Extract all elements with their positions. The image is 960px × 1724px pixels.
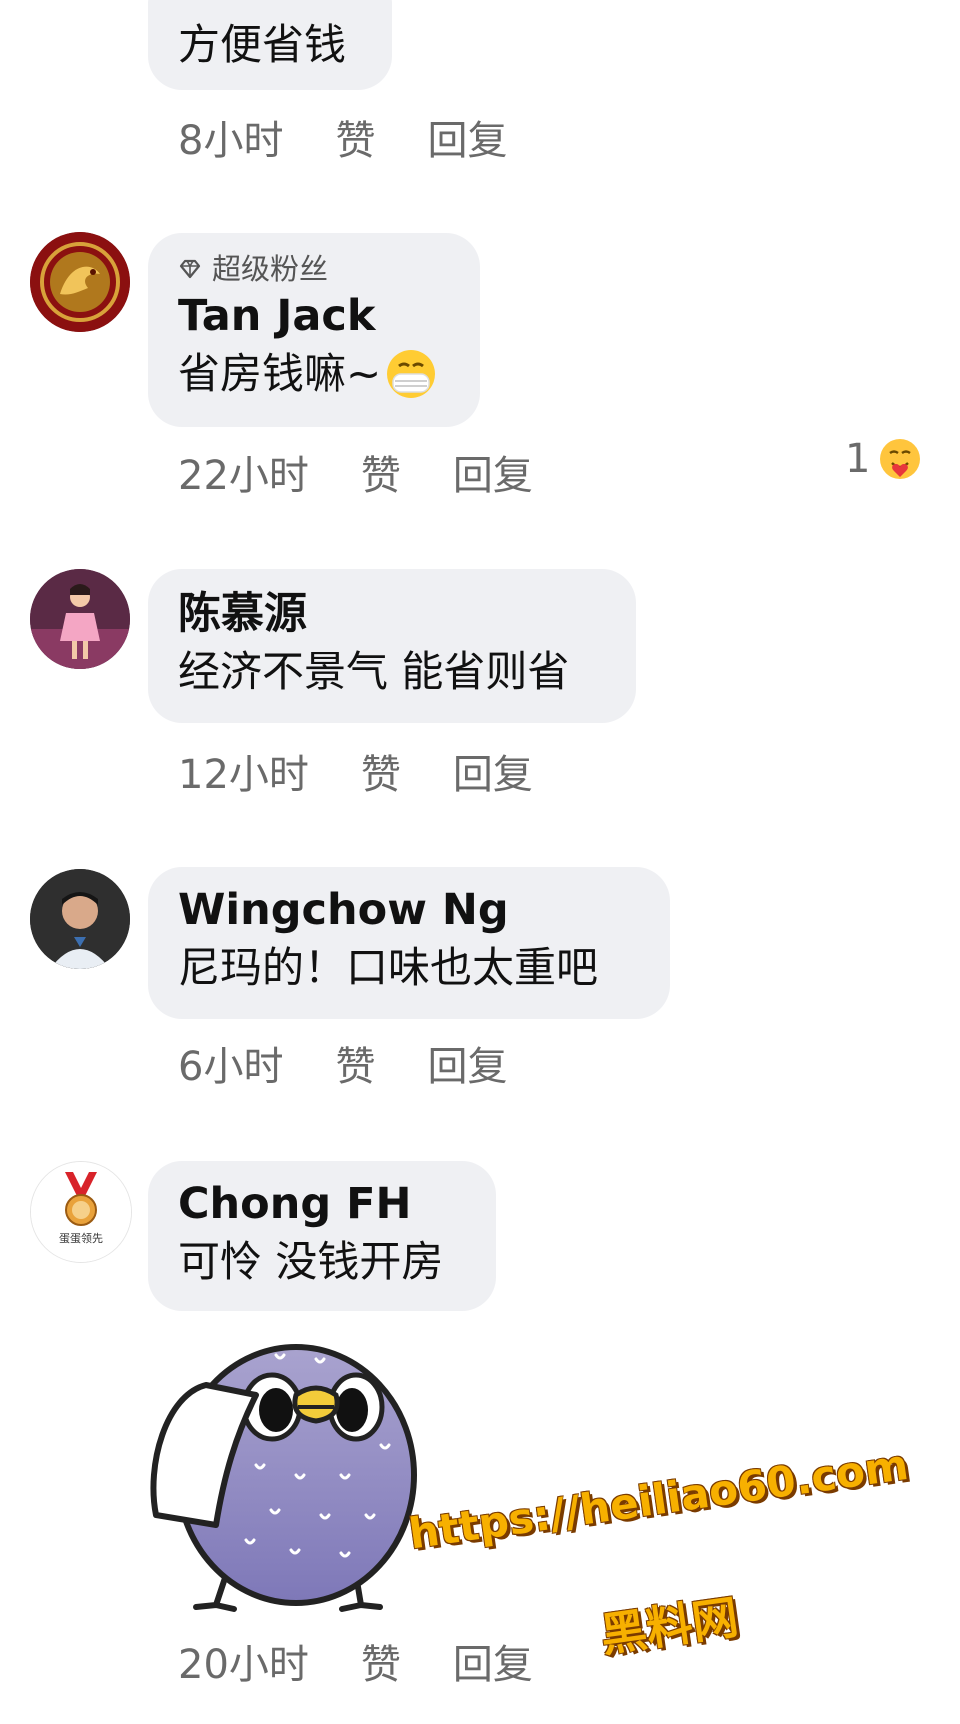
- commenter-name[interactable]: Chong FH: [178, 1177, 466, 1231]
- comment-text: 方便省钱: [178, 20, 347, 69]
- watermark-site-name: 黑料网: [597, 1589, 742, 1663]
- like-button[interactable]: 赞: [335, 108, 375, 166]
- reply-button[interactable]: 回复: [427, 1034, 507, 1092]
- like-button[interactable]: 赞: [361, 1632, 401, 1690]
- crying-bird-sticker-icon[interactable]: [146, 1325, 446, 1615]
- comment-text: 省房钱嘛~: [178, 349, 382, 398]
- commenter-name[interactable]: 陈慕源: [178, 587, 606, 641]
- reaction-count: 1: [845, 436, 871, 482]
- comment-bubble[interactable]: 陈慕源 经济不景气 能省则省: [148, 569, 636, 723]
- comment-time: 8小时: [178, 118, 284, 164]
- avatar-caption: 蛋蛋领先: [59, 1232, 103, 1245]
- like-button[interactable]: 赞: [361, 443, 401, 501]
- comment-bubble[interactable]: 超级粉丝 Tan Jack 省房钱嘛~: [148, 233, 480, 427]
- comment-bubble[interactable]: 方便省钱: [148, 0, 392, 90]
- commenter-name[interactable]: Tan Jack: [178, 289, 450, 343]
- comment-time: 22小时: [178, 453, 309, 499]
- dragon-avatar-icon: [30, 232, 130, 332]
- avatar[interactable]: 蛋蛋领先: [30, 1161, 132, 1263]
- avatar[interactable]: [30, 232, 130, 332]
- comment-meta: 20小时 赞 回复: [178, 1632, 533, 1690]
- reply-button[interactable]: 回复: [453, 1632, 533, 1690]
- avatar[interactable]: [30, 869, 130, 969]
- avatar[interactable]: [30, 569, 130, 669]
- reaction-summary[interactable]: 1: [845, 436, 922, 482]
- comment-meta: 12小时 赞 回复: [178, 742, 533, 800]
- reply-button[interactable]: 回复: [427, 108, 507, 166]
- reply-button[interactable]: 回复: [453, 742, 533, 800]
- comment-text: 尼玛的！口味也太重吧: [178, 943, 599, 992]
- comment-text: 经济不景气 能省则省: [178, 647, 570, 696]
- comment-time: 6小时: [178, 1044, 284, 1090]
- comment-row: 省房钱嘛~: [178, 343, 450, 405]
- comment-bubble[interactable]: Chong FH 可怜 没钱开房: [148, 1161, 496, 1311]
- mask-face-emoji-icon: [387, 350, 436, 398]
- like-button[interactable]: 赞: [335, 1034, 375, 1092]
- comment-meta: 6小时 赞 回复: [178, 1034, 507, 1092]
- child-photo-avatar-icon: [30, 569, 130, 669]
- diamond-icon: [179, 259, 201, 279]
- super-fan-badge: 超级粉丝: [178, 249, 450, 289]
- comment-time: 20小时: [178, 1642, 309, 1688]
- watermark-url: https://heiliao60.com: [406, 1439, 912, 1559]
- commenter-name[interactable]: Wingchow Ng: [178, 883, 640, 937]
- medal-avatar-icon: [31, 1162, 131, 1262]
- like-button[interactable]: 赞: [361, 742, 401, 800]
- comment-time: 12小时: [178, 752, 309, 798]
- reply-button[interactable]: 回复: [453, 443, 533, 501]
- man-photo-avatar-icon: [30, 869, 130, 969]
- comment-bubble[interactable]: Wingchow Ng 尼玛的！口味也太重吧: [148, 867, 670, 1019]
- badge-label: 超级粉丝: [212, 252, 329, 286]
- comment-meta: 22小时 赞 回复: [178, 443, 533, 501]
- comment-text: 可怜 没钱开房: [178, 1237, 444, 1286]
- hug-emoji-icon: [880, 439, 921, 479]
- comment-meta: 8小时 赞 回复: [178, 108, 507, 166]
